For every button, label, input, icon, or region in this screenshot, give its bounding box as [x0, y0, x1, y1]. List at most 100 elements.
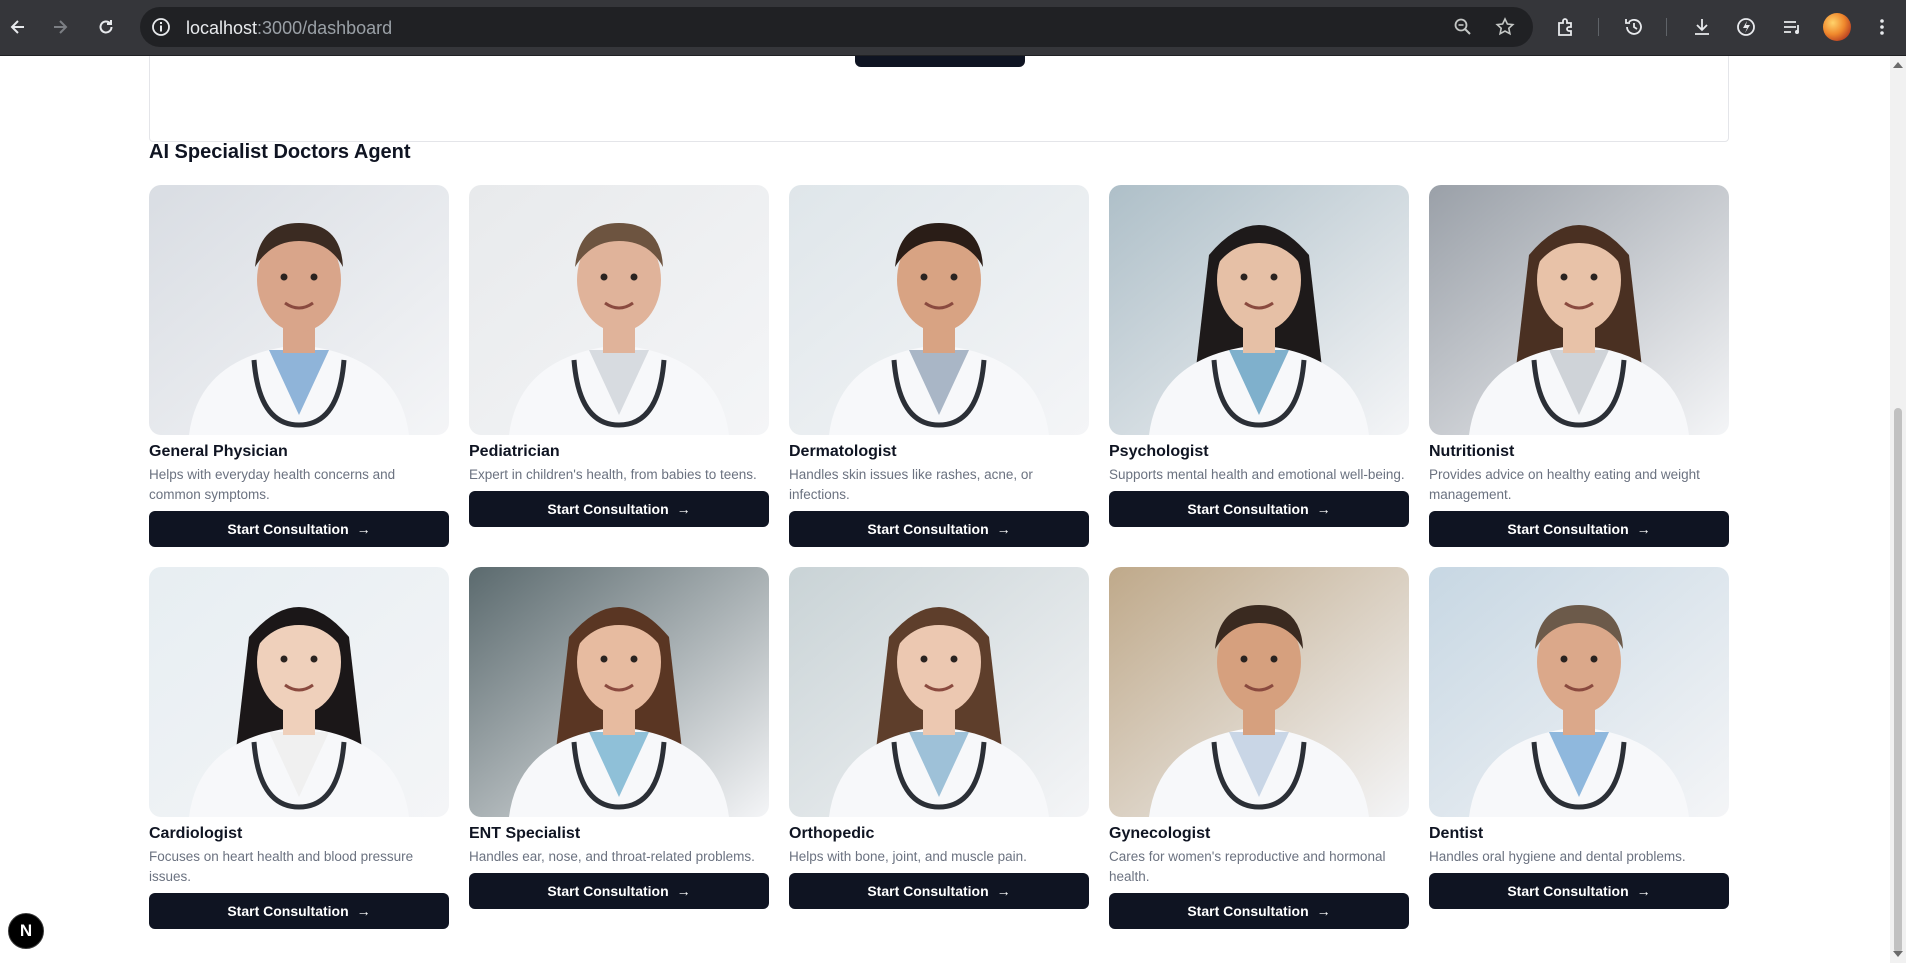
start-consultation-button[interactable]: Start Consultation → — [149, 511, 449, 547]
doctor-name: Pediatrician — [469, 443, 560, 460]
doctor-photo — [1109, 185, 1409, 435]
media-queue-icon[interactable] — [1780, 15, 1804, 39]
start-consultation-button[interactable]: Start Consultation → — [469, 873, 769, 909]
nextjs-dev-badge[interactable]: N — [8, 913, 44, 949]
back-button[interactable] — [4, 13, 32, 41]
previous-section-card — [149, 56, 1729, 142]
forward-button[interactable] — [46, 13, 74, 41]
profile-avatar[interactable] — [1823, 13, 1851, 41]
doctor-description: Helps with bone, joint, and muscle pain. — [789, 849, 1027, 864]
url-path: :3000/dashboard — [257, 18, 393, 38]
start-consultation-button[interactable]: Start Consultation → — [1109, 893, 1409, 929]
back-arrow-icon — [10, 20, 24, 34]
doctor-photo — [789, 185, 1089, 435]
doctor-name: Psychologist — [1109, 443, 1209, 460]
doctor-name: Orthopedic — [789, 825, 875, 842]
arrow-right-icon: → — [996, 521, 1011, 537]
address-bar[interactable]: localhost:3000/dashboard — [140, 7, 1533, 47]
scroll-thumb[interactable] — [1894, 408, 1902, 953]
forward-arrow-icon — [54, 20, 68, 34]
arrow-right-icon: → — [676, 883, 691, 899]
doctor-card: Dermatologist Handles skin issues like ra… — [789, 185, 1089, 547]
start-consultation-label: Start Consultation — [227, 521, 349, 537]
extensions-icon[interactable] — [1554, 15, 1578, 39]
zoom-icon[interactable] — [1452, 16, 1474, 38]
doctor-description: Handles oral hygiene and dental problems… — [1429, 849, 1686, 864]
arrow-right-icon: → — [1636, 521, 1651, 537]
start-consultation-button[interactable]: Start Consultation → — [469, 491, 769, 527]
doctor-card: Psychologist Supports mental health and e… — [1109, 185, 1409, 527]
doctor-photo — [1429, 567, 1729, 817]
section-title: AI Specialist Doctors Agent — [149, 141, 411, 163]
doctor-description: Focuses on heart health and blood pressu… — [149, 849, 414, 884]
start-consultation-button[interactable]: Start Consultation → — [789, 873, 1089, 909]
reload-button[interactable] — [92, 13, 120, 41]
doctor-photo — [469, 567, 769, 817]
doctor-photo — [469, 185, 769, 435]
start-consultation-button[interactable]: Start Consultation → — [789, 511, 1089, 547]
doctor-photo — [149, 185, 449, 435]
doctor-card: Gynecologist Cares for women's reproducti… — [1109, 567, 1409, 929]
doctor-name: Cardiologist — [149, 825, 243, 842]
history-icon[interactable] — [1622, 15, 1646, 39]
arrow-right-icon: → — [676, 501, 691, 517]
start-consultation-button[interactable]: Start Consultation → — [1429, 873, 1729, 909]
doctor-name: Dermatologist — [789, 443, 897, 460]
doctor-name: Dentist — [1429, 825, 1484, 842]
start-consultation-label: Start Consultation — [1507, 521, 1629, 537]
arrow-right-icon: → — [1636, 883, 1651, 899]
start-consultation-label: Start Consultation — [547, 883, 669, 899]
arrow-right-icon: → — [996, 883, 1011, 899]
page-scrollbar[interactable] — [1890, 56, 1906, 963]
browser-toolbar: localhost:3000/dashboard — [0, 0, 1906, 56]
doctor-photo — [1109, 567, 1409, 817]
arrow-right-icon: → — [1316, 501, 1331, 517]
site-info-icon[interactable] — [150, 16, 172, 38]
doctor-card: Cardiologist Focuses on heart health and … — [149, 567, 449, 929]
doctor-description: Helps with everyday health concerns and … — [149, 467, 396, 502]
reload-icon — [99, 20, 113, 34]
start-consultation-label: Start Consultation — [547, 501, 669, 517]
doctor-name: General Physician — [149, 443, 288, 460]
arrow-right-icon: → — [356, 521, 371, 537]
scroll-down-arrow[interactable] — [1893, 951, 1903, 957]
toolbar-separator — [1598, 18, 1599, 36]
start-consultation-button[interactable]: Start Consultation → — [1109, 491, 1409, 527]
doctor-name: ENT Specialist — [469, 825, 581, 842]
bookmark-star-icon[interactable] — [1494, 16, 1516, 38]
doctor-description: Handles ear, nose, and throat-related pr… — [469, 849, 755, 864]
doctor-card: ENT Specialist Handles ear, nose, and thr… — [469, 567, 769, 909]
doctor-photo — [1429, 185, 1729, 435]
doctor-name: Gynecologist — [1109, 825, 1211, 842]
doctor-description: Provides advice on healthy eating and we… — [1429, 467, 1700, 502]
previous-section-button[interactable] — [855, 56, 1025, 67]
doctor-description: Handles skin issues like rashes, acne, o… — [789, 467, 1033, 502]
doctor-card: Orthopedic Helps with bone, joint, and mu… — [789, 567, 1089, 909]
url-host: localhost — [186, 18, 258, 38]
download-icon[interactable] — [1690, 15, 1714, 39]
doctor-description: Expert in children's health, from babies… — [469, 467, 757, 482]
start-consultation-label: Start Consultation — [1187, 501, 1309, 517]
doctor-photo — [149, 567, 449, 817]
start-consultation-label: Start Consultation — [867, 883, 989, 899]
doctor-card: Nutritionist Provides advice on healthy e… — [1429, 185, 1729, 547]
start-consultation-label: Start Consultation — [1187, 903, 1309, 919]
doctor-description: Supports mental health and emotional wel… — [1109, 467, 1405, 482]
arrow-right-icon: → — [356, 903, 371, 919]
more-menu-icon[interactable] — [1870, 15, 1894, 39]
doctor-description: Cares for women's reproductive and hormo… — [1109, 849, 1386, 884]
doctor-card: Pediatrician Expert in children's health,… — [469, 185, 769, 527]
performance-icon[interactable] — [1734, 15, 1758, 39]
doctor-photo — [789, 567, 1089, 817]
start-consultation-button[interactable]: Start Consultation → — [149, 893, 449, 929]
url-text[interactable]: localhost:3000/dashboard — [186, 18, 392, 39]
start-consultation-label: Start Consultation — [867, 521, 989, 537]
toolbar-separator — [1666, 18, 1667, 36]
start-consultation-button[interactable]: Start Consultation → — [1429, 511, 1729, 547]
arrow-right-icon: → — [1316, 903, 1331, 919]
start-consultation-label: Start Consultation — [1507, 883, 1629, 899]
doctor-card: General Physician Helps with everyday hea… — [149, 185, 449, 547]
start-consultation-label: Start Consultation — [227, 903, 349, 919]
scroll-up-arrow[interactable] — [1893, 62, 1903, 68]
page-viewport: AI Specialist Doctors Agent General Phys… — [0, 56, 1890, 963]
